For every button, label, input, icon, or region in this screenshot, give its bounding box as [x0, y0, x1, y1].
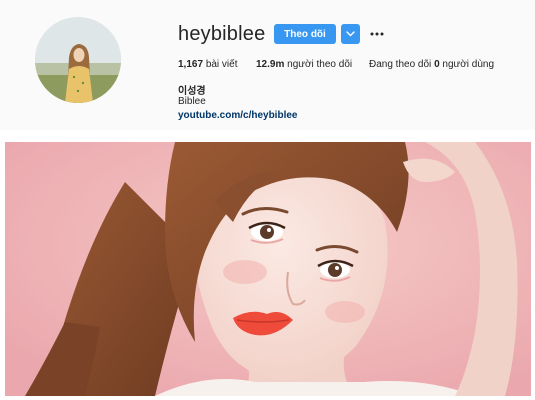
- following-suffix: người dùng: [442, 59, 495, 70]
- following-count: 0: [434, 59, 440, 70]
- followers-label: người theo dõi: [287, 59, 353, 70]
- followers-stat[interactable]: 12.9m người theo dõi: [256, 59, 352, 70]
- chevron-down-icon: [346, 31, 355, 37]
- avatar-image: [35, 17, 121, 103]
- profile-real-name: 이성경: [178, 86, 206, 97]
- follow-button[interactable]: Theo dõi: [274, 24, 336, 44]
- posts-stat: 1,167 bài viết: [178, 59, 238, 70]
- more-options-button[interactable]: [367, 24, 387, 44]
- following-stat[interactable]: Đang theo dõi 0 người dùng: [369, 59, 494, 70]
- more-options-icon: [370, 32, 384, 36]
- profile-username: heybiblee: [178, 23, 266, 45]
- posts-label: bài viết: [205, 59, 238, 70]
- profile-header: heybiblee Theo dõi 1,167 bài viết 12.9m …: [0, 0, 535, 130]
- featured-photo[interactable]: [5, 142, 531, 396]
- profile-website-link[interactable]: youtube.com/c/heybiblee: [178, 110, 297, 121]
- profile-bio: Biblee: [178, 96, 206, 107]
- portrait-illustration: [5, 142, 531, 396]
- following-prefix: Đang theo dõi: [369, 59, 432, 70]
- suggestions-dropdown-button[interactable]: [341, 24, 360, 44]
- posts-count: 1,167: [178, 59, 204, 70]
- avatar[interactable]: [35, 17, 121, 103]
- followers-count: 12.9m: [256, 59, 285, 70]
